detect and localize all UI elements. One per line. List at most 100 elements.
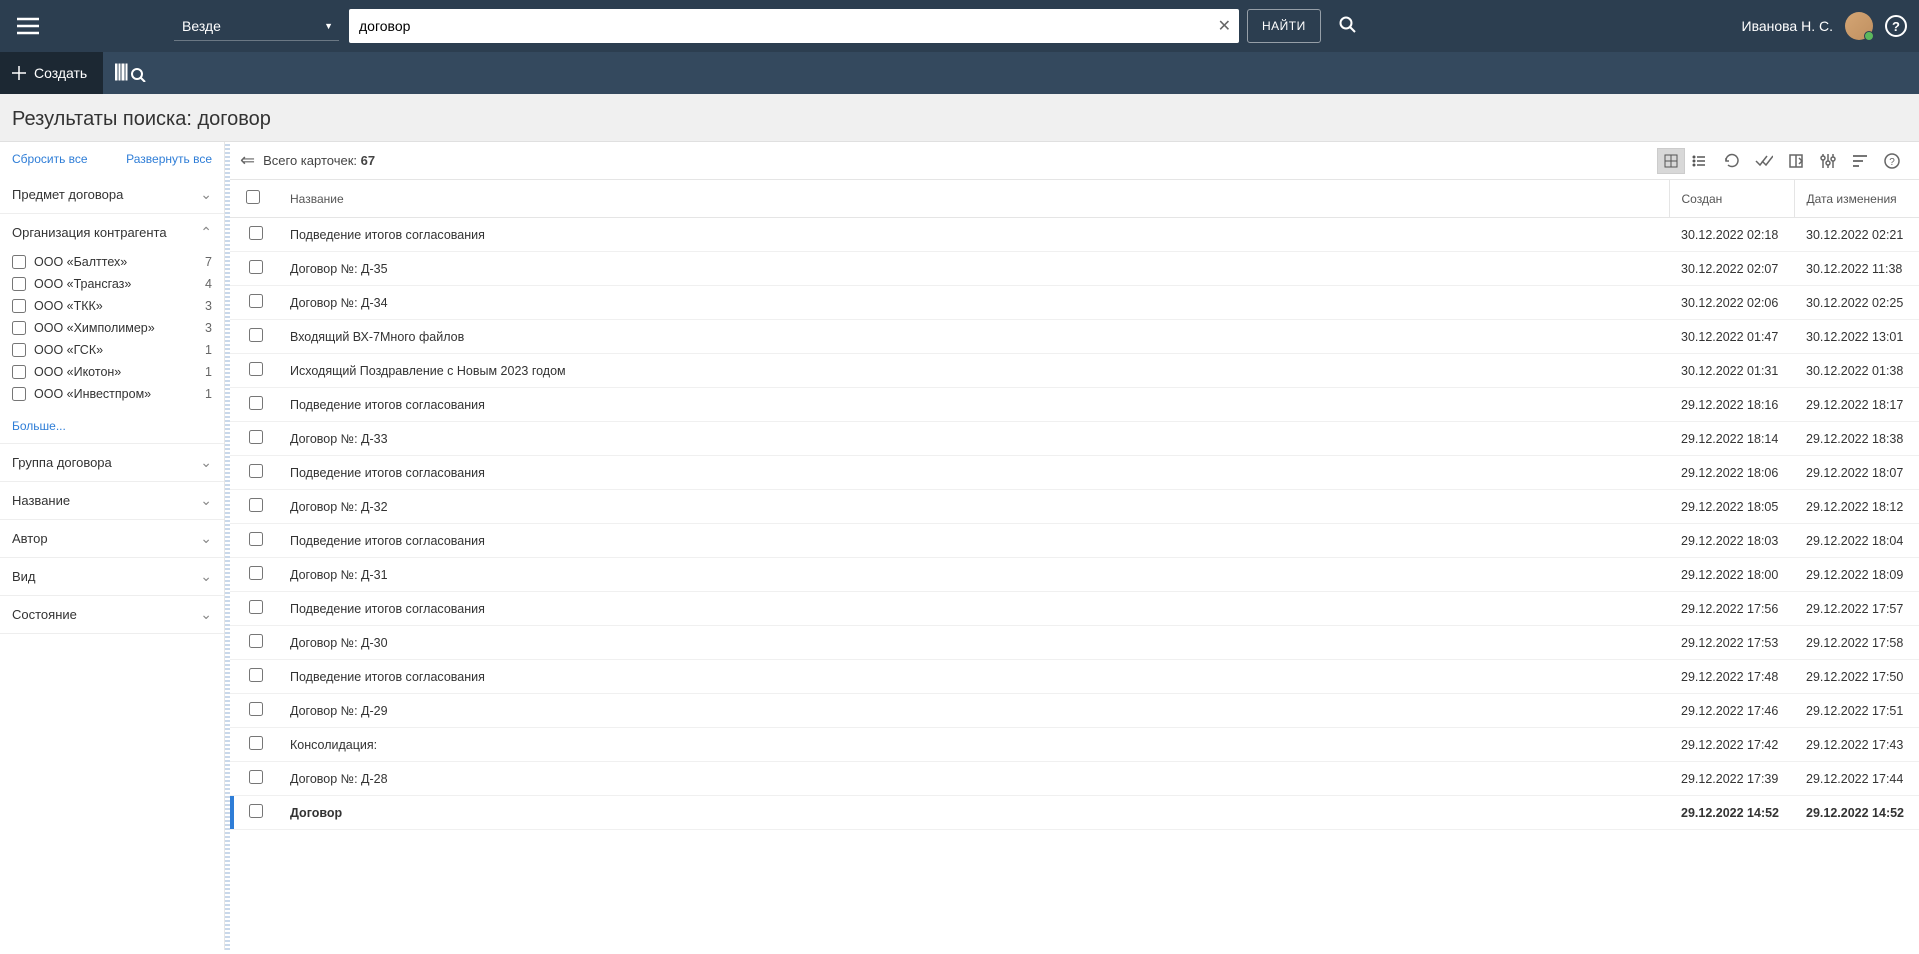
search-box: ✕	[349, 9, 1239, 43]
filter-org-item[interactable]: ООО «Инвестпром»1	[12, 383, 212, 405]
avatar[interactable]	[1845, 12, 1873, 40]
filter-org-item[interactable]: ООО «Икотон»1	[12, 361, 212, 383]
help-icon[interactable]: ?	[1881, 150, 1903, 172]
table-row[interactable]: Подведение итогов согласования 29.12.202…	[230, 660, 1919, 694]
header-modified[interactable]: Дата изменения	[1794, 180, 1919, 218]
row-checkbox[interactable]	[249, 294, 263, 308]
user-name[interactable]: Иванова Н. С.	[1742, 18, 1834, 34]
filter-sidebar: Сбросить все Развернуть все Предмет дого…	[0, 142, 225, 950]
barcode-search-icon[interactable]	[115, 62, 147, 85]
row-checkbox[interactable]	[249, 226, 263, 240]
table-row[interactable]: Подведение итогов согласования 29.12.202…	[230, 592, 1919, 626]
back-arrow-icon[interactable]: ⇐	[240, 150, 255, 171]
row-checkbox[interactable]	[249, 736, 263, 750]
table-row[interactable]: Входящий ВХ-7Много файлов 30.12.2022 01:…	[230, 320, 1919, 354]
table-row[interactable]: Консолидация: 29.12.2022 17:42 29.12.202…	[230, 728, 1919, 762]
filter-checkbox[interactable]	[12, 387, 26, 401]
row-name: Договор №: Д-35	[278, 252, 1669, 286]
row-checkbox[interactable]	[249, 770, 263, 784]
find-button[interactable]: НАЙТИ	[1247, 9, 1321, 43]
filter-checkbox[interactable]	[12, 321, 26, 335]
sort-icon[interactable]	[1849, 150, 1871, 172]
row-checkbox-cell	[234, 762, 278, 796]
row-checkbox[interactable]	[249, 362, 263, 376]
row-checkbox[interactable]	[249, 566, 263, 580]
row-name: Входящий ВХ-7Много файлов	[278, 320, 1669, 354]
filter-checkbox[interactable]	[12, 277, 26, 291]
filter-org-header[interactable]: Организация контрагента ⌃	[0, 214, 224, 251]
reset-all-link[interactable]: Сбросить все	[12, 152, 88, 166]
filter-state-header[interactable]: Состояние ⌄	[0, 596, 224, 633]
table-row[interactable]: Исходящий Поздравление с Новым 2023 годо…	[230, 354, 1919, 388]
row-checkbox[interactable]	[249, 804, 263, 818]
filter-org-item[interactable]: ООО «Трансгаз»4	[12, 273, 212, 295]
export-icon[interactable]	[1785, 150, 1807, 172]
header-created[interactable]: Создан	[1669, 180, 1794, 218]
table-row[interactable]: Договор №: Д-34 30.12.2022 02:06 30.12.2…	[230, 286, 1919, 320]
help-button[interactable]: ?	[1885, 15, 1907, 37]
row-checkbox[interactable]	[249, 668, 263, 682]
row-checkbox[interactable]	[249, 430, 263, 444]
filter-org-item[interactable]: ООО «Химполимер»3	[12, 317, 212, 339]
row-checkbox[interactable]	[249, 498, 263, 512]
select-all-checkbox[interactable]	[246, 190, 260, 204]
clear-search-icon[interactable]: ✕	[1218, 16, 1231, 36]
row-checkbox[interactable]	[249, 702, 263, 716]
row-checkbox[interactable]	[249, 260, 263, 274]
row-modified: 29.12.2022 18:17	[1794, 388, 1919, 422]
check-all-icon[interactable]	[1753, 150, 1775, 172]
table-row[interactable]: Договор №: Д-31 29.12.2022 18:00 29.12.2…	[230, 558, 1919, 592]
view-grid-button[interactable]	[1657, 148, 1685, 174]
table-row[interactable]: Договор №: Д-30 29.12.2022 17:53 29.12.2…	[230, 626, 1919, 660]
table-row[interactable]: Договор №: Д-35 30.12.2022 02:07 30.12.2…	[230, 252, 1919, 286]
results-table-wrap[interactable]: Название Создан Дата изменения Подведени…	[230, 180, 1919, 950]
table-row[interactable]: Подведение итогов согласования 29.12.202…	[230, 456, 1919, 490]
row-modified: 29.12.2022 18:04	[1794, 524, 1919, 558]
filter-item-count: 1	[205, 365, 212, 379]
expand-all-link[interactable]: Развернуть все	[126, 152, 212, 166]
action-icons: ?	[1721, 150, 1909, 172]
search-input[interactable]	[349, 9, 1239, 43]
refresh-icon[interactable]	[1721, 150, 1743, 172]
view-list-button[interactable]	[1685, 148, 1713, 174]
filter-item-count: 7	[205, 255, 212, 269]
filter-subject-header[interactable]: Предмет договора ⌄	[0, 176, 224, 213]
more-link[interactable]: Больше...	[0, 415, 224, 443]
filter-org-item[interactable]: ООО «Балттех»7	[12, 251, 212, 273]
table-row[interactable]: Договор №: Д-32 29.12.2022 18:05 29.12.2…	[230, 490, 1919, 524]
filter-kind-header[interactable]: Вид ⌄	[0, 558, 224, 595]
table-row[interactable]: Договор №: Д-29 29.12.2022 17:46 29.12.2…	[230, 694, 1919, 728]
row-checkbox-cell	[234, 286, 278, 320]
row-checkbox-cell	[234, 388, 278, 422]
filter-group-header[interactable]: Группа договора ⌄	[0, 444, 224, 481]
filter-checkbox[interactable]	[12, 365, 26, 379]
table-row[interactable]: Подведение итогов согласования 29.12.202…	[230, 524, 1919, 558]
filter-org-item[interactable]: ООО «ТКК»3	[12, 295, 212, 317]
table-row[interactable]: Договор №: Д-33 29.12.2022 18:14 29.12.2…	[230, 422, 1919, 456]
alt-search-icon[interactable]	[1339, 16, 1357, 37]
filter-checkbox[interactable]	[12, 299, 26, 313]
filter-name: Название ⌄	[0, 482, 224, 520]
row-created: 30.12.2022 01:31	[1669, 354, 1794, 388]
create-button[interactable]: Создать	[0, 52, 103, 94]
table-row[interactable]: Договор 29.12.2022 14:52 29.12.2022 14:5…	[230, 796, 1919, 830]
row-checkbox[interactable]	[249, 532, 263, 546]
row-checkbox[interactable]	[249, 396, 263, 410]
table-row[interactable]: Подведение итогов согласования 30.12.202…	[230, 218, 1919, 252]
header-name[interactable]: Название	[278, 180, 1669, 218]
table-row[interactable]: Договор №: Д-28 29.12.2022 17:39 29.12.2…	[230, 762, 1919, 796]
filter-group-title: Группа договора	[12, 455, 112, 470]
row-checkbox[interactable]	[249, 634, 263, 648]
filter-org-item[interactable]: ООО «ГСК»1	[12, 339, 212, 361]
filter-checkbox[interactable]	[12, 343, 26, 357]
row-checkbox[interactable]	[249, 600, 263, 614]
table-row[interactable]: Подведение итогов согласования 29.12.202…	[230, 388, 1919, 422]
settings-icon[interactable]	[1817, 150, 1839, 172]
row-checkbox[interactable]	[249, 464, 263, 478]
row-checkbox[interactable]	[249, 328, 263, 342]
hamburger-menu-button[interactable]	[12, 10, 44, 42]
filter-author-header[interactable]: Автор ⌄	[0, 520, 224, 557]
filter-checkbox[interactable]	[12, 255, 26, 269]
filter-name-header[interactable]: Название ⌄	[0, 482, 224, 519]
scope-select[interactable]: Везде	[174, 12, 339, 41]
